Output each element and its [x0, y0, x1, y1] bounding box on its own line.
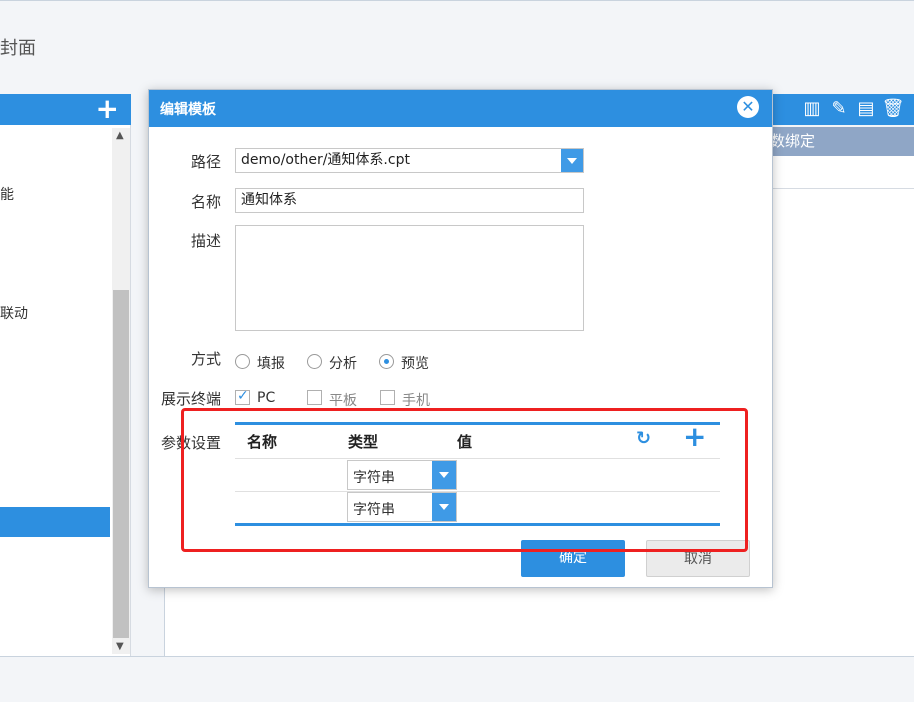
left-item-selected[interactable]: [0, 507, 110, 537]
radio-analyze[interactable]: [307, 354, 322, 369]
name-label: 名称: [190, 193, 221, 211]
scroll-up-icon[interactable]: ▲: [116, 130, 124, 141]
radio-preview[interactable]: [379, 354, 394, 369]
radio-analyze-label: 分析: [329, 356, 357, 372]
dialog-title: 编辑模板: [160, 102, 216, 118]
page-title: 封面: [0, 38, 36, 59]
divider: [770, 188, 914, 189]
left-item-2[interactable]: 联动: [0, 303, 28, 323]
checkbox-tablet[interactable]: [307, 390, 322, 405]
scroll-down-icon[interactable]: ▼: [116, 641, 124, 652]
path-label: 路径: [190, 153, 221, 171]
scrollbar-thumb[interactable]: [113, 290, 129, 638]
chevron-down-icon[interactable]: [561, 149, 583, 172]
radio-preview-label: 预览: [401, 356, 429, 372]
highlight-box: [181, 408, 748, 552]
left-item-1[interactable]: 能: [0, 184, 14, 204]
right-subheader: 数绑定: [770, 127, 914, 156]
add-icon[interactable]: +: [96, 94, 119, 124]
radio-fill[interactable]: [235, 354, 250, 369]
desc-label: 描述: [190, 232, 221, 250]
radio-fill-label: 填报: [257, 356, 285, 372]
path-value: demo/other/通知体系.cpt: [241, 152, 410, 168]
desc-textarea[interactable]: [235, 225, 584, 331]
table-edit-icon[interactable]: ▤: [854, 97, 878, 121]
edit-link-icon[interactable]: ✎: [827, 97, 851, 121]
checkbox-pc-label: PC: [257, 390, 276, 406]
checkbox-tablet-label: 平板: [329, 393, 357, 409]
mode-label: 方式: [190, 350, 221, 368]
trash-icon[interactable]: 🗑: [881, 97, 905, 121]
name-value: 通知体系: [241, 192, 297, 208]
right-toolbar: ▥ ✎ ▤ 🗑: [770, 94, 914, 125]
top-border: [0, 0, 914, 1]
checkbox-mobile[interactable]: [380, 390, 395, 405]
path-select[interactable]: demo/other/通知体系.cpt: [235, 148, 584, 173]
name-input[interactable]: 通知体系: [235, 188, 584, 213]
close-icon[interactable]: ✕: [737, 96, 759, 118]
terminal-label: 展示终端: [160, 390, 221, 408]
chart-add-icon[interactable]: ▥: [800, 97, 824, 121]
dialog-header: 编辑模板 ✕: [149, 90, 772, 127]
left-panel-header: +: [0, 94, 131, 125]
checkbox-mobile-label: 手机: [402, 393, 430, 409]
bottom-bar: [0, 656, 914, 702]
checkbox-pc[interactable]: [235, 388, 250, 405]
